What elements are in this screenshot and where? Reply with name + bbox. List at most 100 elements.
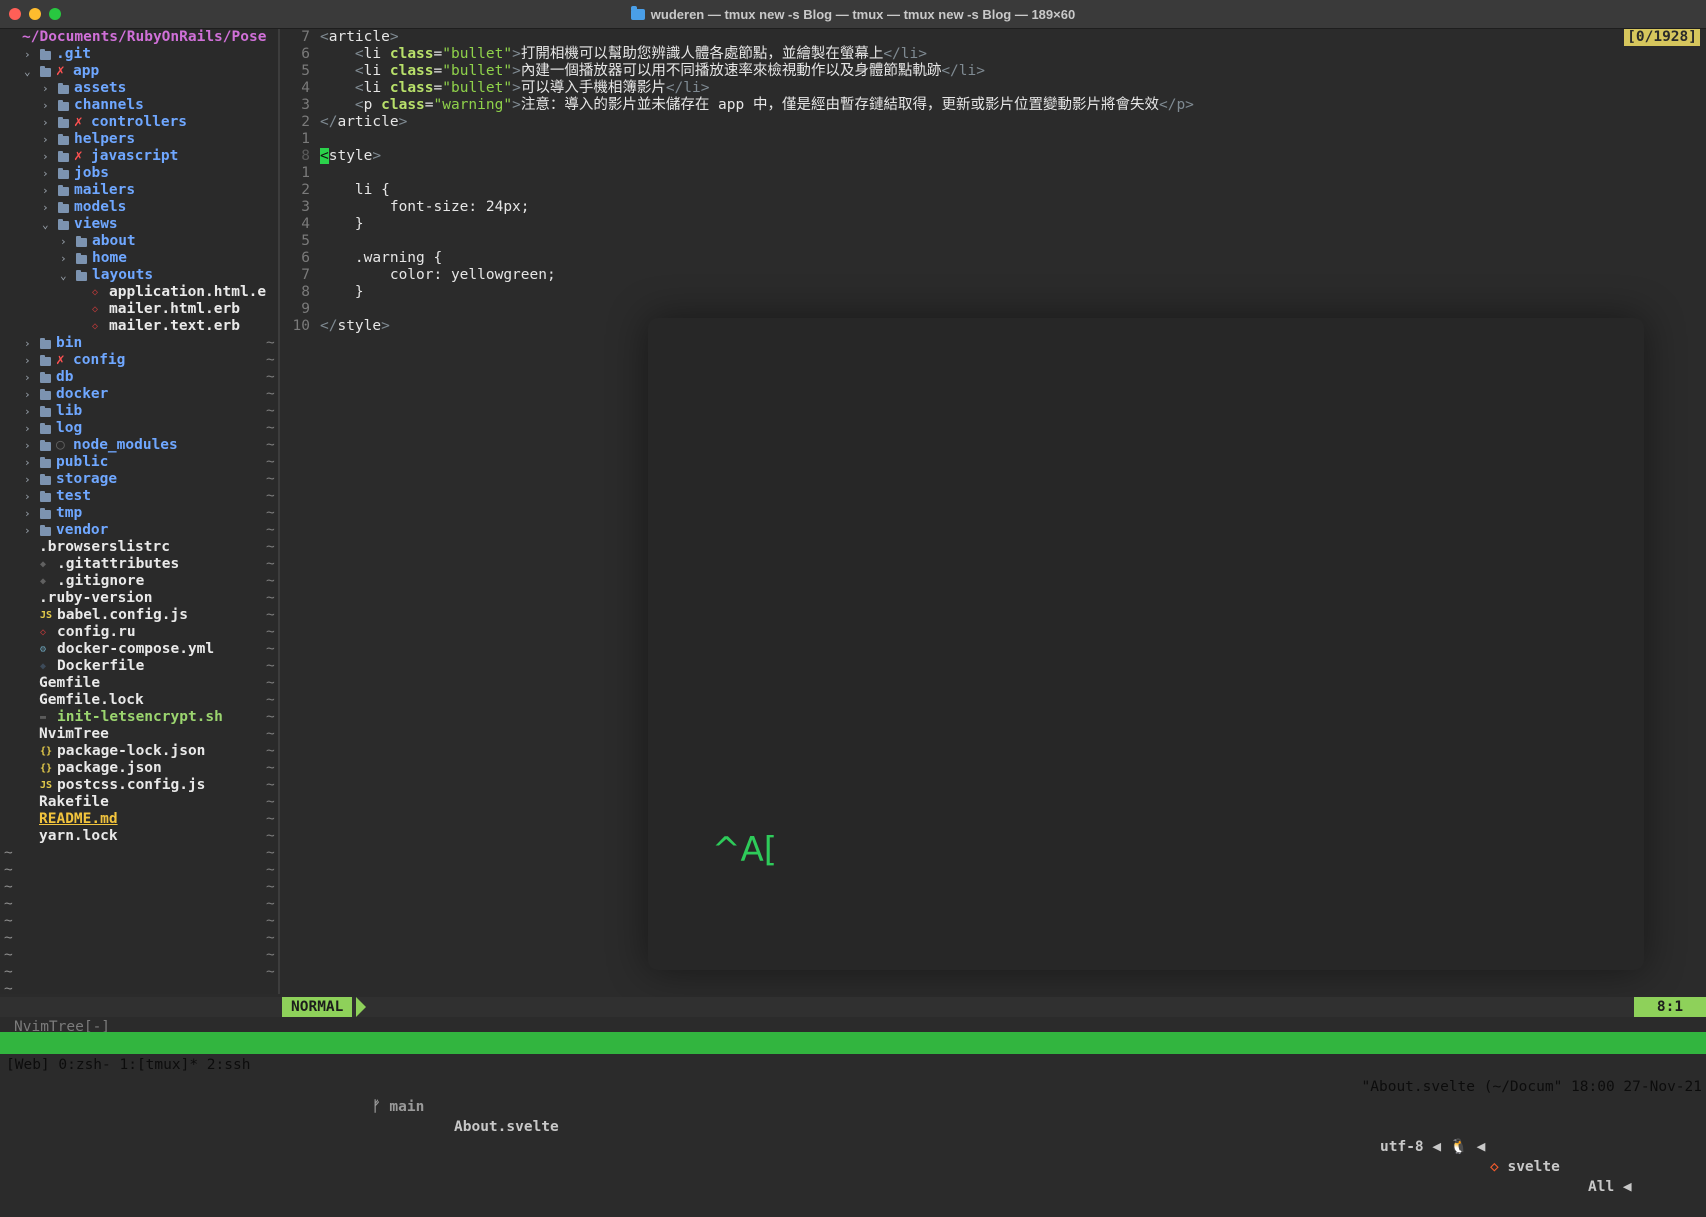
tmux-window-list[interactable]: [Web] 0:zsh- 1:[tmux]* 2:ssh xyxy=(6,1054,250,1076)
chevron-right-icon[interactable]: › xyxy=(24,420,36,437)
folder-icon xyxy=(76,253,87,264)
code-token: color: yellowgreen; xyxy=(320,267,556,283)
tree-item-label: app xyxy=(73,63,100,79)
tree-item-label: .browserslistrc xyxy=(39,539,170,555)
empty-line-tilde: ~ xyxy=(266,743,275,759)
chevron-right-icon[interactable]: › xyxy=(24,437,36,454)
tree-root-path[interactable]: ~/Documents/RubyOnRails/Pose xyxy=(22,29,266,46)
code-token: > xyxy=(512,63,521,79)
chevron-right-icon[interactable]: › xyxy=(24,488,36,505)
folder-icon xyxy=(58,134,69,145)
code-line[interactable]: li { xyxy=(320,182,390,199)
code-line[interactable]: <li class="bullet">可以導入手機相簿影片</li> xyxy=(320,80,710,97)
tree-item-label: lib xyxy=(56,403,83,419)
pressed-keys-display: ^A[ xyxy=(712,830,778,870)
empty-line-tilde: ~ xyxy=(4,930,13,946)
empty-line-tilde: ~ xyxy=(266,675,275,691)
chevron-right-icon[interactable]: › xyxy=(42,148,54,165)
folder-icon xyxy=(58,202,69,213)
svelte-icon: ◇ xyxy=(1490,1159,1499,1175)
code-line[interactable]: } xyxy=(320,284,364,301)
code-line[interactable]: </style> xyxy=(320,318,390,335)
line-number: 3 xyxy=(301,199,310,215)
code-token: < xyxy=(354,63,364,79)
line-number: 6 xyxy=(301,250,310,266)
chevron-right-icon[interactable]: › xyxy=(24,403,36,420)
chevron-right-icon[interactable]: › xyxy=(24,505,36,522)
chevron-right-icon[interactable]: › xyxy=(42,182,54,199)
empty-line-tilde: ~ xyxy=(4,981,13,997)
chevron-right-icon[interactable]: › xyxy=(24,335,36,352)
code-line[interactable]: color: yellowgreen; xyxy=(320,267,556,284)
tree-item-label: Gemfile.lock xyxy=(39,692,144,708)
chevron-right-icon[interactable]: › xyxy=(42,97,54,114)
tree-item-label: helpers xyxy=(74,131,136,147)
file-type: ◇ svelte xyxy=(1490,1157,1560,1177)
chevron-right-icon[interactable]: › xyxy=(42,165,54,182)
tmux-status-right: "About.svelte (~/Docum" 18:00 27-Nov-21 xyxy=(1361,1079,1702,1095)
folder-icon xyxy=(40,525,51,536)
code-token: style xyxy=(328,148,373,164)
empty-line-tilde: ~ xyxy=(266,777,275,793)
chevron-down-icon[interactable]: ⌄ xyxy=(24,63,36,80)
chevron-right-icon[interactable]: › xyxy=(42,199,54,216)
chevron-down-icon[interactable]: ⌄ xyxy=(60,267,72,284)
empty-line-tilde: ~ xyxy=(266,505,275,521)
current-file-name: About.svelte xyxy=(454,1119,559,1135)
empty-line-tilde: ~ xyxy=(266,641,275,657)
chevron-right-icon[interactable]: › xyxy=(60,233,72,250)
empty-line-tilde: ~ xyxy=(266,896,275,912)
empty-line-tilde: ~ xyxy=(266,522,275,538)
window-title-wrap: wuderen — tmux new -s Blog — tmux — tmux… xyxy=(0,0,1706,28)
chevron-right-icon[interactable]: › xyxy=(24,369,36,386)
code-line[interactable]: <li class="bullet">內建一個播放器可以用不同播放速率來檢視動作… xyxy=(320,63,985,80)
code-token: "warning" xyxy=(433,97,513,113)
line-number: 1 xyxy=(301,131,310,147)
chevron-right-icon[interactable]: › xyxy=(24,471,36,488)
code-line[interactable]: <style> xyxy=(320,148,381,165)
empty-line-tilde: ~ xyxy=(4,896,13,912)
tree-item-label: Dockerfile xyxy=(57,658,145,674)
folder-icon xyxy=(40,440,51,451)
tree-item-label: package-lock.json xyxy=(57,743,206,759)
chevron-right-icon[interactable]: › xyxy=(42,131,54,148)
code-token: class xyxy=(389,80,434,96)
empty-line-tilde: ~ xyxy=(266,590,275,606)
tree-item-label: tmp xyxy=(56,505,83,521)
chevron-right-icon[interactable]: › xyxy=(42,114,54,131)
code-line[interactable]: font-size: 24px; xyxy=(320,199,530,216)
code-line[interactable]: .warning { xyxy=(320,250,442,267)
code-line[interactable]: </article> xyxy=(320,114,407,131)
tree-item-label: .git xyxy=(56,46,91,62)
chevron-right-icon[interactable]: › xyxy=(60,250,72,267)
code-token: < xyxy=(354,80,364,96)
chevron-right-icon[interactable]: › xyxy=(42,80,54,97)
line-number: 7 xyxy=(301,29,310,45)
nvim-tree-pane[interactable]: ~/Documents/RubyOnRails/Pose › .git ⌄ ✗ app ›… xyxy=(0,29,278,997)
line-number: 7 xyxy=(301,267,310,283)
line-number: 4 xyxy=(301,216,310,232)
tree-item-label: config xyxy=(73,352,126,368)
tree-item-label: mailers xyxy=(74,182,136,198)
code-line[interactable]: <p class="warning">注意：導入的影片並未儲存在 app 中，僅… xyxy=(320,97,1194,114)
chevron-right-icon[interactable]: › xyxy=(24,386,36,403)
code-token: > xyxy=(512,97,521,113)
json-file-icon: {} xyxy=(40,763,53,774)
code-line[interactable]: } xyxy=(320,216,364,233)
code-line[interactable]: <li class="bullet">打開相機可以幫助您辨識人體各處節點，並繪製… xyxy=(320,46,927,63)
folder-icon xyxy=(58,83,69,94)
chevron-right-icon[interactable]: › xyxy=(24,522,36,539)
code-line[interactable]: <article> xyxy=(320,29,399,46)
chevron-right-icon[interactable]: › xyxy=(24,352,36,369)
empty-line-tilde: ~ xyxy=(4,947,13,963)
chevron-right-icon[interactable]: › xyxy=(24,454,36,471)
folder-icon xyxy=(58,151,69,162)
chevron-right-icon[interactable]: › xyxy=(24,46,36,63)
empty-line-tilde: ~ xyxy=(266,369,275,385)
empty-line-tilde: ~ xyxy=(266,539,275,555)
empty-line-tilde: ~ xyxy=(266,658,275,674)
code-token: </ xyxy=(320,114,338,130)
tree-item-label: views xyxy=(74,216,118,232)
chevron-down-icon[interactable]: ⌄ xyxy=(42,216,54,233)
